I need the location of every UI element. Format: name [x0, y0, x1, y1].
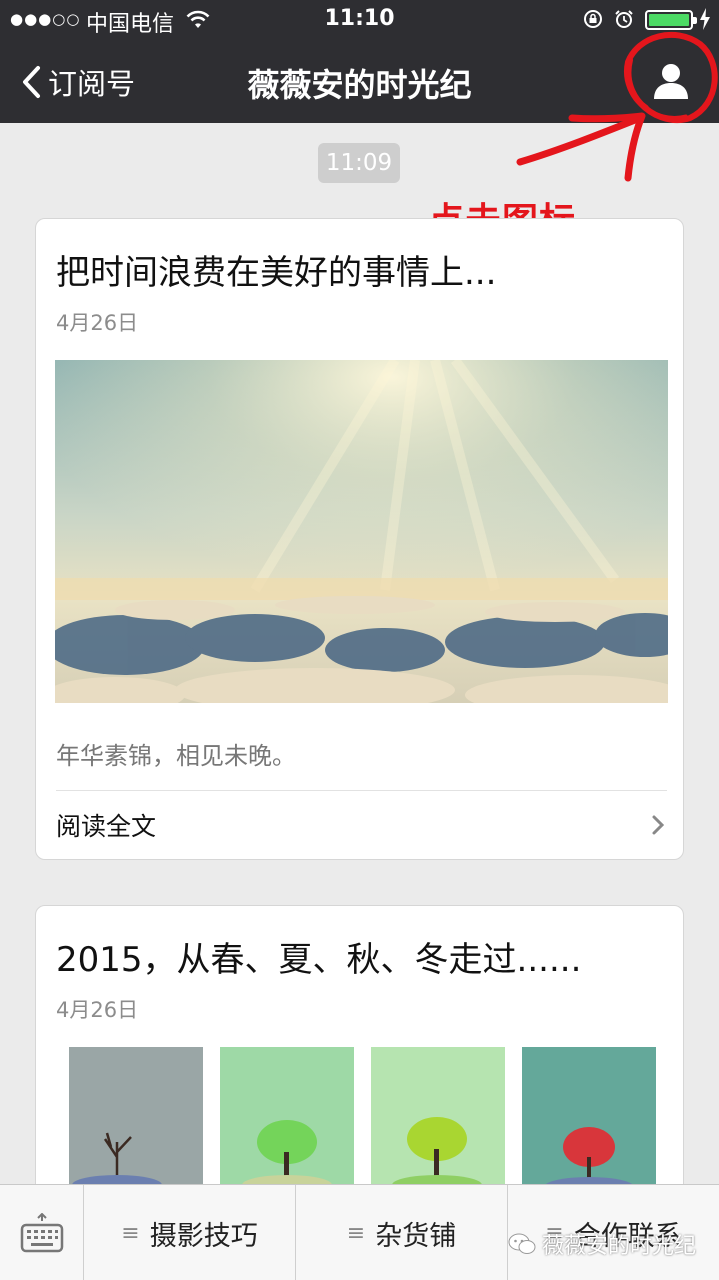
menu-item-label: 杂货铺: [375, 1220, 457, 1252]
menu-list-icon: ≡: [346, 1220, 366, 1246]
menu-item-label: 摄影技巧: [149, 1220, 258, 1252]
article-card[interactable]: 2015，从春、夏、秋、冬走过...... 4月26日: [35, 905, 684, 1205]
status-time: 11:10: [324, 6, 395, 31]
keyboard-icon: [20, 1213, 63, 1253]
article-summary: 年华素锦，相见未晚。: [56, 742, 296, 770]
read-full-article-link[interactable]: 阅读全文: [36, 791, 683, 859]
article-date: 4月26日: [56, 998, 139, 1022]
battery-icon: [645, 10, 697, 30]
article-title: 2015，从春、夏、秋、冬走过......: [56, 940, 582, 980]
article-card[interactable]: 把时间浪费在美好的事情上... 4月26日 年华素锦，相见未晚。 阅读全文: [35, 218, 684, 860]
article-date: 4月26日: [56, 311, 139, 335]
read-more-label: 阅读全文: [56, 812, 157, 841]
rotation-lock-icon: [584, 10, 602, 28]
profile-button[interactable]: [642, 56, 700, 106]
cover-image-sky-clouds[interactable]: [55, 360, 668, 703]
wechat-icon: [508, 1233, 536, 1254]
article-title: 把时间浪费在美好的事情上...: [56, 253, 497, 293]
status-bar: ●●●○○ 中国电信 11:10: [0, 0, 719, 40]
watermark: 薇薇安的时光纪: [508, 1226, 696, 1262]
menu-item-photography-tips[interactable]: ≡ 摄影技巧: [84, 1185, 296, 1280]
menu-item-grocery[interactable]: ≡ 杂货铺: [296, 1185, 508, 1280]
keyboard-toggle-button[interactable]: [0, 1185, 84, 1280]
watermark-text: 薇薇安的时光纪: [542, 1234, 697, 1259]
cover-image-four-seasons[interactable]: [55, 1047, 668, 1205]
page-title: 薇薇安的时光纪: [247, 66, 472, 104]
person-icon: [654, 64, 688, 99]
navigation-bar: 订阅号 薇薇安的时光纪: [0, 40, 719, 123]
chevron-right-icon: [652, 815, 665, 835]
charging-bolt-icon: [700, 8, 710, 30]
menu-list-icon: ≡: [121, 1220, 140, 1246]
top-bar: ●●●○○ 中国电信 11:10 订阅号 薇薇安的时光纪: [0, 0, 719, 123]
message-time-badge: 11:09: [318, 143, 400, 183]
alarm-icon: [615, 10, 633, 28]
